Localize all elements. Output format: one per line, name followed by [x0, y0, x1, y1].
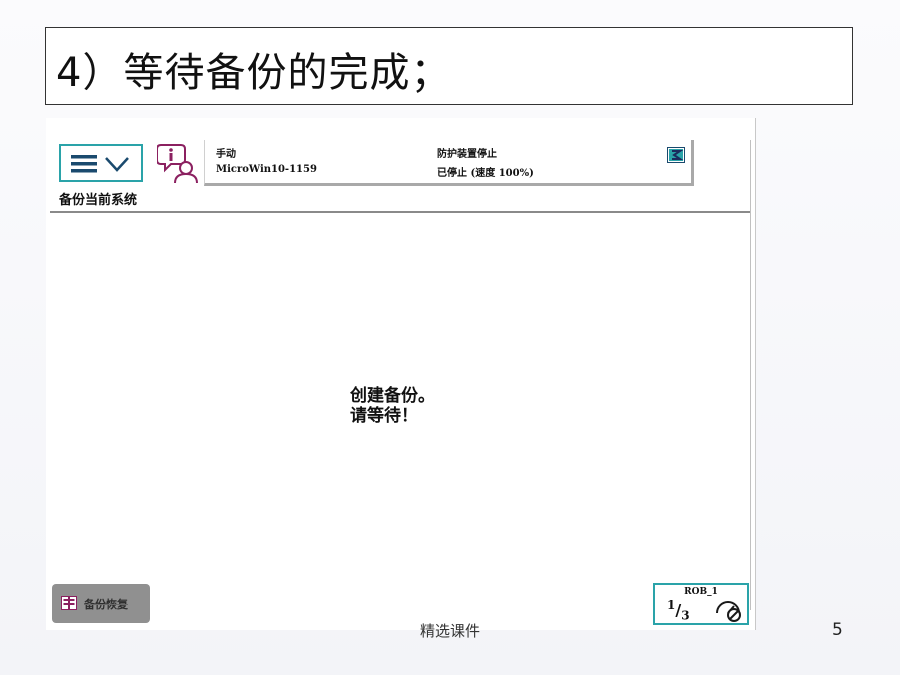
mechanical-unit-label: ROB_1	[684, 587, 718, 597]
window-title: 备份当前系统	[59, 193, 138, 208]
header-divider	[50, 211, 750, 213]
task-fraction-icon: 1/3	[667, 598, 690, 623]
hamburger-chevron-icon	[71, 155, 129, 173]
flexpendant-screen: 手动 MicroWin10-1159 防护装置停止 已停止 (速度 100%) …	[46, 118, 756, 630]
message-line-2: 请等待！	[350, 406, 418, 426]
system-name: MicroWin10-1159	[216, 164, 317, 175]
quickset-panel[interactable]: ROB_1 1/3	[653, 583, 749, 625]
safety-status: 防护装置停止	[437, 149, 497, 160]
speed-status: 已停止 (速度 100%)	[437, 168, 534, 179]
message-line-1: 创建备份。	[350, 386, 435, 406]
main-menu-button[interactable]	[59, 144, 143, 182]
event-log-info-icon[interactable]	[157, 142, 199, 184]
close-window-icon[interactable]	[667, 147, 685, 163]
slide-footer: 精选课件	[419, 622, 480, 640]
status-bar[interactable]: 手动 MicroWin10-1159 防护装置停止 已停止 (速度 100%)	[204, 140, 694, 186]
taskbar-button-label: 备份恢复	[84, 598, 128, 611]
operating-mode: 手动	[216, 149, 236, 160]
content-right-border	[750, 140, 751, 610]
slide-title: 4）等待备份的完成；	[56, 50, 452, 96]
slide-title-box: 4）等待备份的完成；	[45, 27, 853, 105]
progress-message: 创建备份。 请等待！	[350, 386, 435, 426]
backup-restore-icon	[61, 596, 77, 610]
slide-page-number: 5	[832, 620, 843, 640]
taskbar-backup-restore-button[interactable]: 备份恢复	[52, 584, 150, 623]
